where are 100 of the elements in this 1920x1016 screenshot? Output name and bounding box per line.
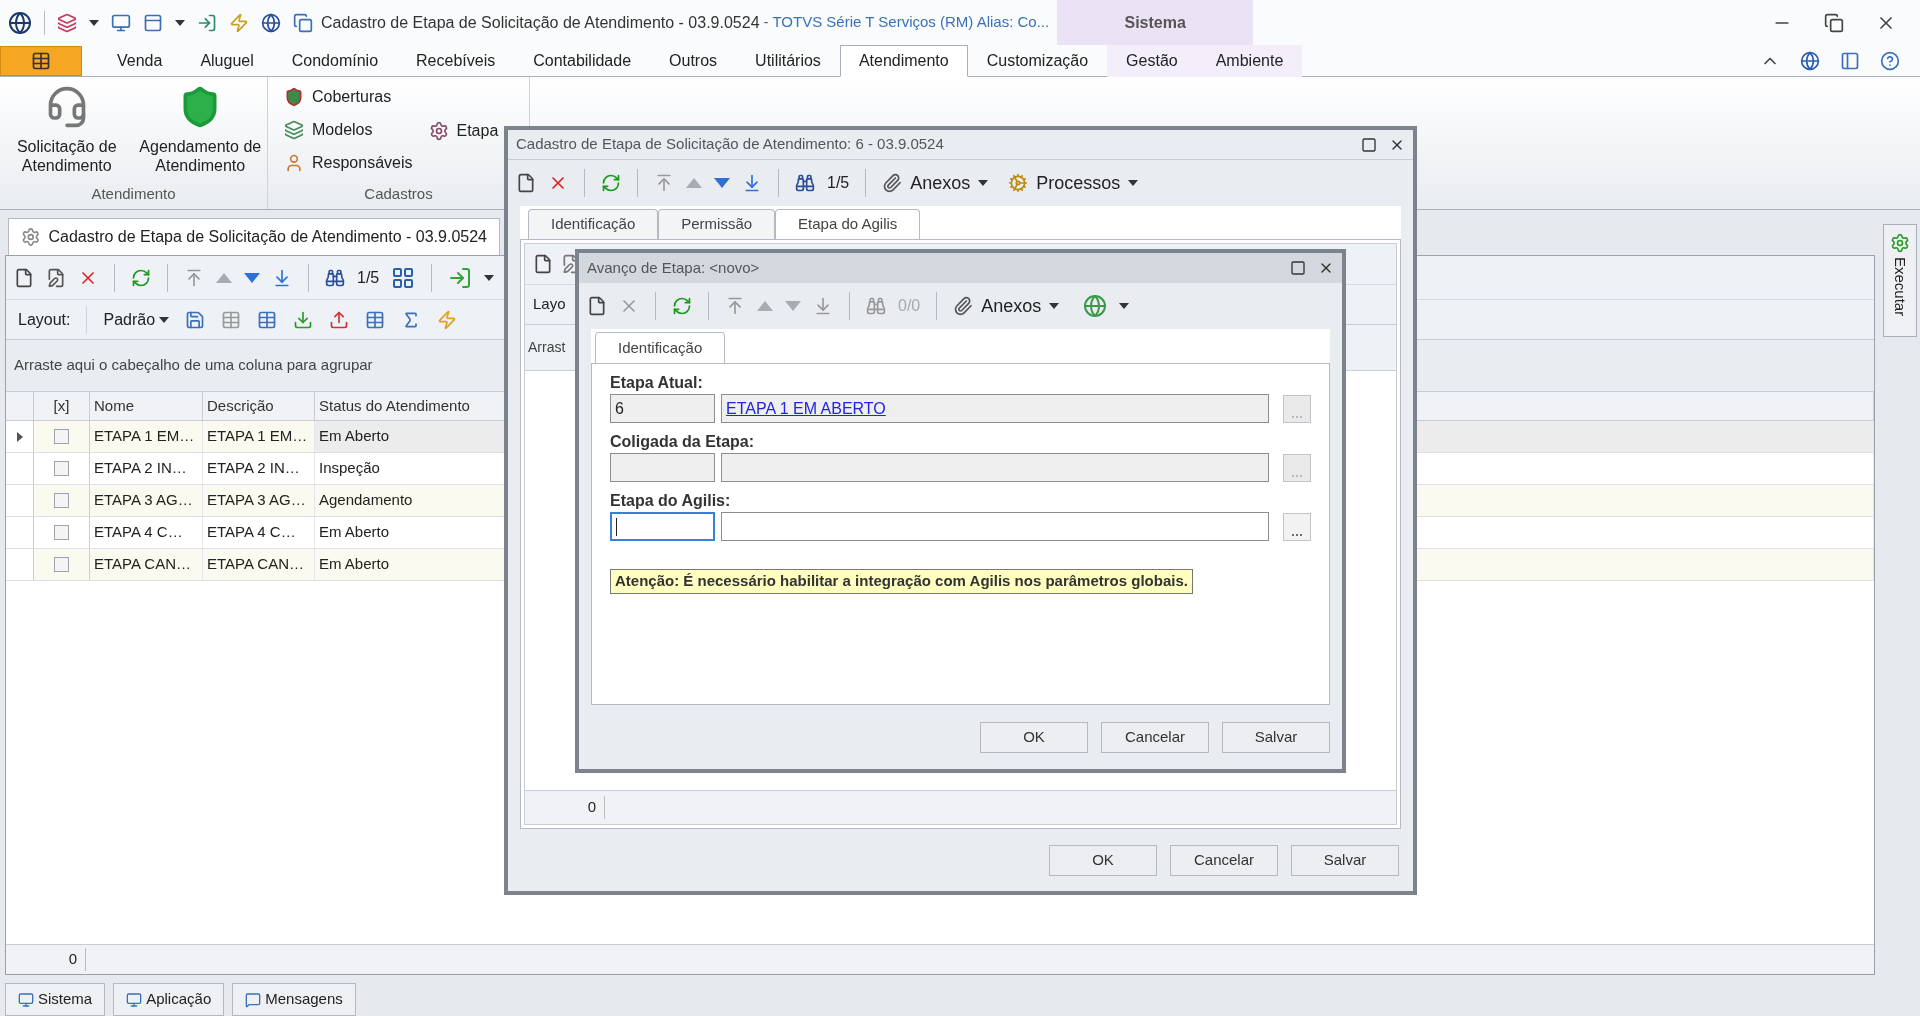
new-icon[interactable] — [587, 296, 607, 316]
dialog-tab[interactable]: Etapa do Agilis — [775, 209, 921, 239]
refresh-icon[interactable] — [601, 173, 621, 193]
last-record-icon[interactable] — [272, 267, 292, 288]
grid-icon[interactable] — [391, 265, 416, 290]
column-header[interactable]: Descrição — [203, 392, 315, 420]
bottom-tab[interactable]: Mensagens — [232, 983, 356, 1016]
caret-icon[interactable] — [89, 19, 99, 26]
table-icon[interactable] — [257, 309, 278, 330]
upload-icon[interactable] — [329, 309, 350, 330]
dialog-button[interactable]: Salvar — [1291, 844, 1399, 876]
document-icon[interactable] — [293, 12, 313, 33]
menu-tab[interactable]: Ambiente — [1196, 45, 1303, 77]
column-header[interactable]: Nome — [90, 392, 203, 420]
edit-icon[interactable] — [46, 267, 66, 288]
next-record-icon[interactable] — [714, 178, 730, 188]
layout-dropdown[interactable]: Padrão — [103, 307, 170, 332]
menu-tab[interactable]: Utilitários — [736, 45, 840, 77]
row-checkbox[interactable] — [54, 429, 69, 444]
application-menu-button[interactable] — [0, 46, 82, 76]
dialog-button[interactable]: Cancelar — [1170, 844, 1278, 876]
globe-icon[interactable] — [1800, 50, 1820, 71]
bottom-tab[interactable]: Sistema — [5, 983, 106, 1016]
menu-tab[interactable]: Atendimento — [839, 45, 968, 77]
dialog-button[interactable]: Cancelar — [1101, 721, 1209, 753]
dialog-button[interactable]: OK — [1049, 844, 1157, 876]
caret-icon[interactable] — [1128, 180, 1139, 186]
menu-tab[interactable]: Contabilidade — [514, 45, 651, 77]
last-record-icon[interactable] — [742, 173, 762, 193]
dialog-title: Cadastro de Etapa de Solicitação de Atendimento: 6 - 03.9.0524 — [516, 134, 945, 155]
export-icon[interactable] — [448, 265, 473, 290]
refresh-icon[interactable] — [131, 267, 151, 288]
ribbon-item[interactable]: Etapa — [428, 119, 499, 143]
checkbox-column-header[interactable]: [x] — [34, 392, 90, 420]
row-checkbox[interactable] — [54, 557, 69, 572]
search-icon[interactable] — [325, 267, 345, 288]
group-by-hint: Arraste aqui o cabeçalho de uma coluna para agrupar — [14, 355, 373, 376]
ribbon-item[interactable]: Responsáveis — [284, 151, 413, 175]
layout-label: Layo — [533, 294, 566, 315]
search-icon[interactable] — [795, 173, 815, 193]
description-field[interactable] — [721, 512, 1269, 541]
maximize-icon[interactable] — [1361, 136, 1377, 153]
attachments-menu[interactable]: Anexos — [882, 169, 989, 197]
refresh-icon[interactable] — [672, 296, 692, 316]
dialog-tab[interactable]: Permissão — [658, 209, 776, 239]
screen-icon[interactable] — [111, 12, 131, 33]
ribbon-item[interactable]: Modelos — [284, 118, 413, 142]
quick-access-icon[interactable] — [57, 12, 77, 33]
enter-icon[interactable] — [197, 12, 217, 33]
caret-icon[interactable] — [175, 19, 185, 26]
table-icon[interactable] — [365, 309, 386, 330]
table-icon[interactable] — [221, 309, 242, 330]
download-icon[interactable] — [293, 309, 314, 330]
menu-tab[interactable]: Recebíveis — [397, 45, 515, 77]
document-tab[interactable]: Cadastro de Etapa de Solicitação de Atendimento - 03.9.0524 — [8, 218, 500, 255]
next-record-icon[interactable] — [244, 272, 260, 283]
row-checkbox[interactable] — [54, 461, 69, 476]
app-logo-icon[interactable] — [8, 10, 32, 35]
menu-tab[interactable]: Gestão — [1107, 45, 1197, 77]
side-tab[interactable]: Executar — [1883, 224, 1917, 337]
menu-tab[interactable]: Customização — [967, 45, 1108, 77]
menu-tab[interactable]: Outros — [650, 45, 737, 77]
ribbon-item[interactable]: Coberturas — [284, 85, 413, 109]
caret-icon[interactable] — [978, 180, 989, 186]
first-record-icon[interactable] — [725, 296, 745, 316]
row-checkbox[interactable] — [54, 525, 69, 540]
dialog-tab[interactable]: Identificação — [595, 332, 726, 364]
caret-icon[interactable] — [159, 316, 170, 323]
first-record-icon[interactable] — [654, 173, 674, 193]
caret-icon[interactable] — [484, 274, 495, 281]
menu-tab[interactable]: Venda — [98, 45, 182, 77]
restore-icon[interactable] — [1824, 12, 1844, 33]
bottom-tab[interactable]: Aplicação — [113, 983, 225, 1016]
attachments-menu[interactable]: Anexos — [953, 292, 1060, 320]
row-checkbox[interactable] — [54, 493, 69, 508]
ribbon-group-label: Cadastros — [363, 183, 434, 204]
menu-tab[interactable]: Condomínio — [272, 45, 398, 77]
new-icon[interactable] — [14, 267, 34, 288]
new-icon[interactable] — [516, 173, 536, 193]
ribbon-button[interactable]: Solicitação de Atendimento — [4, 85, 129, 183]
maximize-icon[interactable] — [1290, 260, 1306, 276]
first-record-icon[interactable] — [184, 267, 204, 288]
new-icon[interactable] — [533, 254, 553, 274]
globe-icon[interactable] — [261, 12, 281, 33]
caret-icon[interactable] — [1049, 303, 1060, 309]
caret-icon[interactable] — [1119, 303, 1130, 309]
window-icon[interactable] — [143, 12, 163, 33]
help-icon[interactable] — [1880, 50, 1900, 71]
last-record-icon[interactable] — [813, 296, 833, 316]
processes-menu[interactable]: Processos — [1008, 169, 1139, 197]
menu-tab[interactable]: Aluguel — [181, 45, 273, 77]
code-field[interactable] — [610, 512, 715, 541]
layout-icon[interactable] — [1840, 50, 1860, 71]
dialog-tab[interactable]: Identificação — [528, 209, 659, 239]
dialog-button[interactable]: Salvar — [1222, 721, 1330, 753]
row-indicator[interactable] — [6, 421, 34, 452]
save-layout-icon[interactable] — [185, 309, 206, 330]
dialog-button[interactable]: OK — [980, 721, 1088, 753]
description-field[interactable] — [721, 453, 1269, 482]
ribbon-button[interactable]: Agendamento de Atendimento — [138, 85, 263, 183]
